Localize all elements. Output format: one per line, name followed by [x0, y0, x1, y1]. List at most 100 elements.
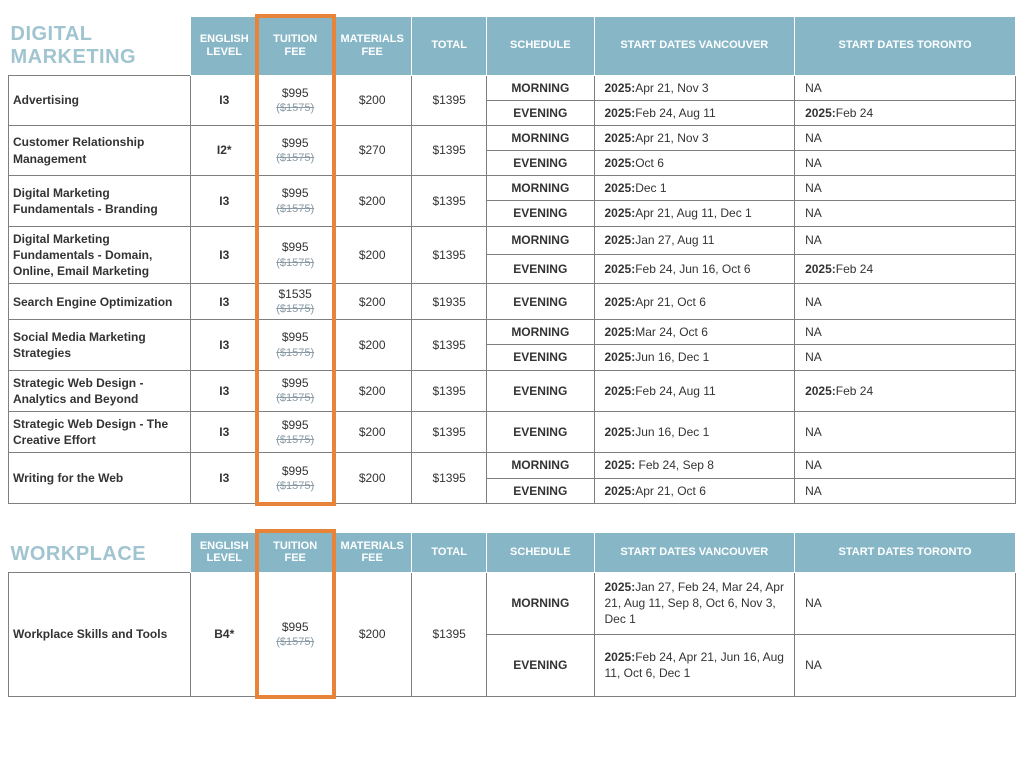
total-fee-cell: $1395 [412, 125, 487, 175]
date-list: NA [805, 156, 822, 170]
total-fee-cell: $1395 [412, 226, 487, 284]
english-level-cell: I3 [191, 370, 258, 411]
table-row: Writing for the WebI3$995($1575)$200$139… [9, 453, 1016, 478]
total-fee-cell: $1395 [412, 453, 487, 503]
year-label: 2025: [605, 650, 636, 664]
year-label: 2025: [605, 580, 636, 594]
course-name-cell: Strategic Web Design - The Creative Effo… [9, 411, 191, 452]
schedule-cell: MORNING [487, 125, 594, 150]
english-level-cell: I3 [191, 453, 258, 503]
tuition-original-price: ($1575) [260, 346, 330, 361]
english-level-cell: I3 [191, 226, 258, 284]
total-fee-cell: $1395 [412, 572, 487, 696]
english-level-cell: I3 [191, 75, 258, 125]
date-list: NA [805, 596, 822, 610]
date-list: Apr 21, Oct 6 [635, 295, 706, 309]
start-dates-vancouver-cell: 2025:Jan 27, Aug 11 [594, 226, 795, 255]
start-dates-toronto-cell: NA [795, 151, 1016, 176]
schedule-cell: EVENING [487, 151, 594, 176]
start-dates-vancouver-cell: 2025: Feb 24, Sep 8 [594, 453, 795, 478]
tuition-original-price: ($1575) [260, 433, 330, 448]
start-dates-toronto-cell: NA [795, 201, 1016, 226]
materials-fee-cell: $200 [333, 75, 412, 125]
year-label: 2025: [605, 350, 636, 364]
column-header: MATERIALS FEE [333, 17, 412, 76]
date-list: Oct 6 [635, 156, 664, 170]
tuition-original-price: ($1575) [260, 151, 330, 166]
tuition-original-price: ($1575) [260, 101, 330, 116]
total-fee-cell: $1395 [412, 320, 487, 370]
date-list: Feb 24, Aug 11 [635, 384, 716, 398]
tuition-fee-cell: $995($1575) [258, 320, 333, 370]
section-title: DIGITAL MARKETING [9, 17, 191, 76]
schedule-cell: MORNING [487, 453, 594, 478]
year-label: 2025: [805, 106, 836, 120]
table-row: Strategic Web Design - Analytics and Bey… [9, 370, 1016, 411]
year-label: 2025: [605, 425, 636, 439]
tuition-fee-cell: $995($1575) [258, 572, 333, 696]
column-header: TUITION FEE [258, 17, 333, 76]
start-dates-vancouver-cell: 2025:Jun 16, Dec 1 [594, 345, 795, 370]
column-header: SCHEDULE [487, 532, 594, 572]
tuition-fee-cell: $995($1575) [258, 75, 333, 125]
date-list: NA [805, 458, 822, 472]
pricing-section: DIGITAL MARKETINGENGLISH LEVELTUITION FE… [8, 16, 1016, 504]
schedule-cell: EVENING [487, 201, 594, 226]
tuition-price: $995 [260, 85, 330, 101]
column-header: SCHEDULE [487, 17, 594, 76]
tuition-price: $995 [260, 375, 330, 391]
materials-fee-cell: $200 [333, 176, 412, 226]
year-label: 2025: [605, 206, 636, 220]
column-header: TOTAL [412, 17, 487, 76]
course-name-cell: Workplace Skills and Tools [9, 572, 191, 696]
year-label: 2025: [605, 233, 636, 247]
start-dates-vancouver-cell: 2025:Apr 21, Nov 3 [594, 125, 795, 150]
materials-fee-cell: $270 [333, 125, 412, 175]
date-list: Feb 24, Aug 11 [635, 106, 716, 120]
schedule-cell: EVENING [487, 284, 594, 320]
start-dates-toronto-cell: NA [795, 75, 1016, 100]
tuition-price: $995 [260, 329, 330, 345]
column-header: ENGLISH LEVEL [191, 17, 258, 76]
year-label: 2025: [605, 458, 636, 472]
course-name-cell: Strategic Web Design - Analytics and Bey… [9, 370, 191, 411]
start-dates-vancouver-cell: 2025:Feb 24, Apr 21, Jun 16, Aug 11, Oct… [594, 634, 795, 696]
course-name-cell: Advertising [9, 75, 191, 125]
date-list: NA [805, 484, 822, 498]
column-header: START DATES VANCOUVER [594, 17, 795, 76]
date-list: Jan 27, Aug 11 [635, 233, 714, 247]
course-name-cell: Social Media Marketing Strategies [9, 320, 191, 370]
date-list: NA [805, 81, 822, 95]
tuition-fee-cell: $995($1575) [258, 370, 333, 411]
schedule-cell: MORNING [487, 176, 594, 201]
date-list: Mar 24, Oct 6 [635, 325, 708, 339]
schedule-cell: MORNING [487, 320, 594, 345]
schedule-cell: EVENING [487, 100, 594, 125]
column-header: MATERIALS FEE [333, 532, 412, 572]
table-row: Social Media Marketing StrategiesI3$995(… [9, 320, 1016, 345]
date-list: Feb 24, Jun 16, Oct 6 [635, 262, 750, 276]
start-dates-vancouver-cell: 2025:Jan 27, Feb 24, Mar 24, Apr 21, Aug… [594, 572, 795, 634]
course-name-cell: Digital Marketing Fundamentals - Domain,… [9, 226, 191, 284]
year-label: 2025: [605, 156, 636, 170]
tuition-original-price: ($1575) [260, 302, 330, 317]
year-label: 2025: [605, 384, 636, 398]
table-row: Digital Marketing Fundamentals - Domain,… [9, 226, 1016, 255]
tuition-price: $995 [260, 135, 330, 151]
column-header: START DATES TORONTO [795, 532, 1016, 572]
tuition-price: $995 [260, 239, 330, 255]
start-dates-vancouver-cell: 2025:Mar 24, Oct 6 [594, 320, 795, 345]
date-list: Feb 24 [836, 106, 873, 120]
materials-fee-cell: $200 [333, 370, 412, 411]
date-list: Jun 16, Dec 1 [635, 425, 709, 439]
date-list: NA [805, 658, 822, 672]
schedule-cell: EVENING [487, 478, 594, 503]
total-fee-cell: $1395 [412, 370, 487, 411]
start-dates-toronto-cell: NA [795, 320, 1016, 345]
section-title: WORKPLACE [9, 532, 191, 572]
date-list: Feb 24 [836, 262, 873, 276]
english-level-cell: I3 [191, 320, 258, 370]
start-dates-toronto-cell: NA [795, 572, 1016, 634]
schedule-cell: MORNING [487, 572, 594, 634]
date-list: Feb 24, Sep 8 [635, 458, 714, 472]
